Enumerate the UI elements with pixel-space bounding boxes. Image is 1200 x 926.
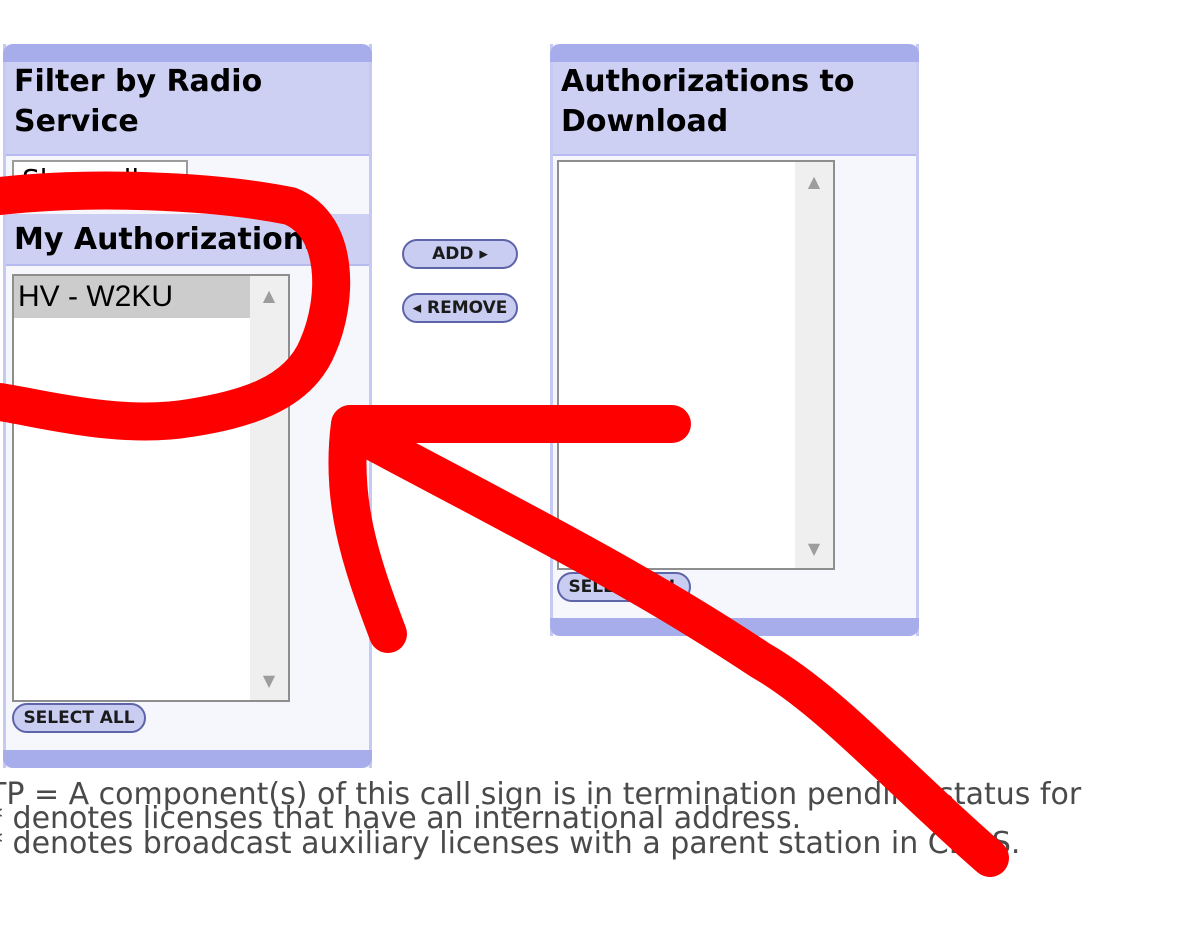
arrow-shaft-annotation: [336, 413, 1009, 877]
circle-annotation: [0, 171, 351, 441]
annotation-strokes: [0, 171, 1009, 877]
red-annotation: [0, 171, 1009, 877]
